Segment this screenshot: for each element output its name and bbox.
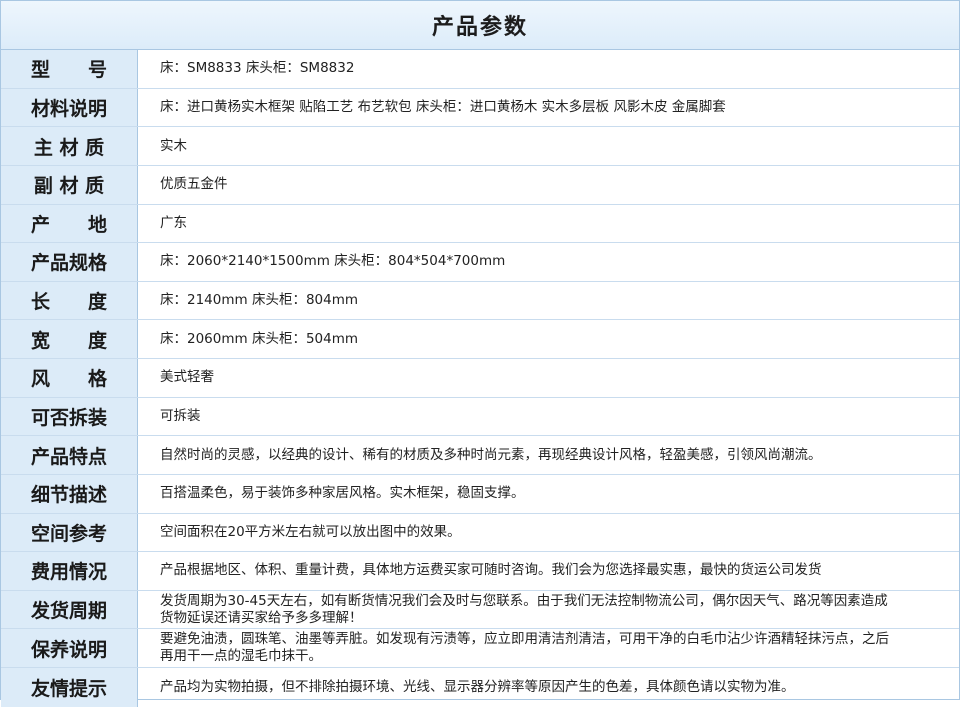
row-value-text: 床：2060*2140*1500mm 床头柜：804*504*700mm [160, 253, 506, 270]
row-label: 长 度 [1, 281, 138, 320]
row-value: 优质五金件 [138, 166, 959, 204]
row-value-text: 美式轻奢 [160, 369, 214, 386]
row-value: 床：进口黄杨实木框架 贴陷工艺 布艺软包 床头柜：进口黄杨木 实木多层板 风影木… [138, 89, 959, 127]
row-origin: 产 地 广东 [1, 204, 959, 244]
row-value: 发货周期为30-45天左右，如有断货情况我们会及时与您联系。由于我们无法控制物流… [138, 591, 959, 629]
row-value-text: 要避免油渍，圆珠笔、油墨等弄脏。如发现有污渍等，应立即用清洁剂清洁，可用干净的白… [160, 631, 889, 665]
row-label: 宽 度 [1, 320, 138, 358]
row-value-text: 可拆装 [160, 407, 201, 424]
parameter-rows: 型 号 床：SM8833 床头柜：SM8832 材料说明 床：进口黄杨实木框架 … [1, 50, 959, 707]
row-label: 空间参考 [1, 513, 138, 552]
row-value-text: 发货周期为30-45天左右，如有断货情况我们会及时与您联系。由于我们无法控制物流… [160, 592, 888, 626]
row-label: 风 格 [1, 359, 138, 397]
row-features: 产品特点 自然时尚的灵感，以经典的设计、稀有的材质及多种时尚元素，再现经典设计风… [1, 436, 959, 475]
row-value: 广东 [138, 205, 959, 243]
row-value-text: 床：2140mm 床头柜：804mm [160, 292, 359, 309]
row-shipping-period: 发货周期 发货周期为30-45天左右，如有断货情况我们会及时与您联系。由于我们无… [1, 590, 959, 630]
row-label: 产品特点 [1, 436, 138, 474]
row-detachable: 可否拆装 可拆装 [1, 397, 959, 437]
row-value-text: 优质五金件 [160, 176, 228, 193]
row-costs: 费用情况 产品根据地区、体积、重量计费，具体地方运费买家可随时咨询。我们会为您选… [1, 552, 959, 591]
row-label: 发货周期 [1, 590, 138, 629]
row-value: 百搭温柔色，易于装饰多种家居风格。实木框架，稳固支撑。 [138, 475, 959, 513]
table-title: 产品参数 [431, 15, 528, 40]
row-specification: 产品规格 床：2060*2140*1500mm 床头柜：804*504*700m… [1, 243, 959, 282]
row-value-text: 百搭温柔色，易于装饰多种家居风格。实木框架，稳固支撑。 [160, 485, 525, 502]
row-details: 细节描述 百搭温柔色，易于装饰多种家居风格。实木框架，稳固支撑。 [1, 474, 959, 514]
row-space-reference: 空间参考 空间面积在20平方米左右就可以放出图中的效果。 [1, 513, 959, 553]
row-style: 风 格 美式轻奢 [1, 359, 959, 398]
row-value-text: 床：SM8833 床头柜：SM8832 [160, 60, 355, 77]
row-material-description: 材料说明 床：进口黄杨实木框架 贴陷工艺 布艺软包 床头柜：进口黄杨木 实木多层… [1, 88, 959, 128]
row-label: 产 地 [1, 204, 138, 243]
row-value-text: 广东 [160, 214, 187, 231]
row-value: 床：2060*2140*1500mm 床头柜：804*504*700mm [138, 243, 959, 281]
row-value: 要避免油渍，圆珠笔、油墨等弄脏。如发现有污渍等，应立即用清洁剂清洁，可用干净的白… [138, 629, 959, 667]
row-value-text: 实木 [160, 137, 187, 154]
row-value: 实木 [138, 127, 959, 165]
table-header: 产品参数 [1, 1, 959, 50]
row-value: 自然时尚的灵感，以经典的设计、稀有的材质及多种时尚元素，再现经典设计风格，轻盈美… [138, 436, 959, 474]
row-value: 产品均为实物拍摄，但不排除拍摄环境、光线、显示器分辨率等原因产生的色差，具体颜色… [138, 668, 959, 707]
row-label: 费用情况 [1, 552, 138, 590]
row-value: 空间面积在20平方米左右就可以放出图中的效果。 [138, 514, 959, 552]
row-value-text: 产品均为实物拍摄，但不排除拍摄环境、光线、显示器分辨率等原因产生的色差，具体颜色… [160, 678, 795, 695]
row-label: 主 材 质 [1, 127, 138, 165]
row-value-text: 自然时尚的灵感，以经典的设计、稀有的材质及多种时尚元素，再现经典设计风格，轻盈美… [160, 446, 822, 463]
product-parameters-table: 产品参数 型 号 床：SM8833 床头柜：SM8832 材料说明 床：进口黄杨… [0, 0, 960, 707]
row-main-material: 主 材 质 实木 [1, 127, 959, 166]
row-value: 美式轻奢 [138, 359, 959, 397]
row-label: 保养说明 [1, 629, 138, 667]
row-label: 友情提示 [1, 668, 138, 707]
row-value: 床：SM8833 床头柜：SM8832 [138, 50, 959, 88]
row-label: 可否拆装 [1, 397, 138, 436]
row-value: 产品根据地区、体积、重量计费，具体地方运费买家可随时咨询。我们会为您选择最实惠，… [138, 552, 959, 590]
row-friendly-reminder: 友情提示 产品均为实物拍摄，但不排除拍摄环境、光线、显示器分辨率等原因产生的色差… [1, 668, 959, 707]
row-label: 材料说明 [1, 88, 138, 127]
row-label: 型 号 [1, 50, 138, 88]
row-value: 可拆装 [138, 398, 959, 436]
row-value: 床：2140mm 床头柜：804mm [138, 282, 959, 320]
row-label: 细节描述 [1, 474, 138, 513]
row-width: 宽 度 床：2060mm 床头柜：504mm [1, 320, 959, 359]
row-length: 长 度 床：2140mm 床头柜：804mm [1, 281, 959, 321]
row-maintenance: 保养说明 要避免油渍，圆珠笔、油墨等弄脏。如发现有污渍等，应立即用清洁剂清洁，可… [1, 629, 959, 668]
row-value-text: 产品根据地区、体积、重量计费，具体地方运费买家可随时咨询。我们会为您选择最实惠，… [160, 562, 822, 579]
row-secondary-material: 副 材 质 优质五金件 [1, 165, 959, 205]
row-value-text: 空间面积在20平方米左右就可以放出图中的效果。 [160, 523, 461, 540]
row-label: 副 材 质 [1, 165, 138, 204]
row-value: 床：2060mm 床头柜：504mm [138, 320, 959, 358]
row-label: 产品规格 [1, 243, 138, 281]
row-value-text: 床：2060mm 床头柜：504mm [160, 330, 359, 347]
row-value-text: 床：进口黄杨实木框架 贴陷工艺 布艺软包 床头柜：进口黄杨木 实木多层板 风影木… [160, 98, 726, 115]
row-model: 型 号 床：SM8833 床头柜：SM8832 [1, 50, 959, 89]
